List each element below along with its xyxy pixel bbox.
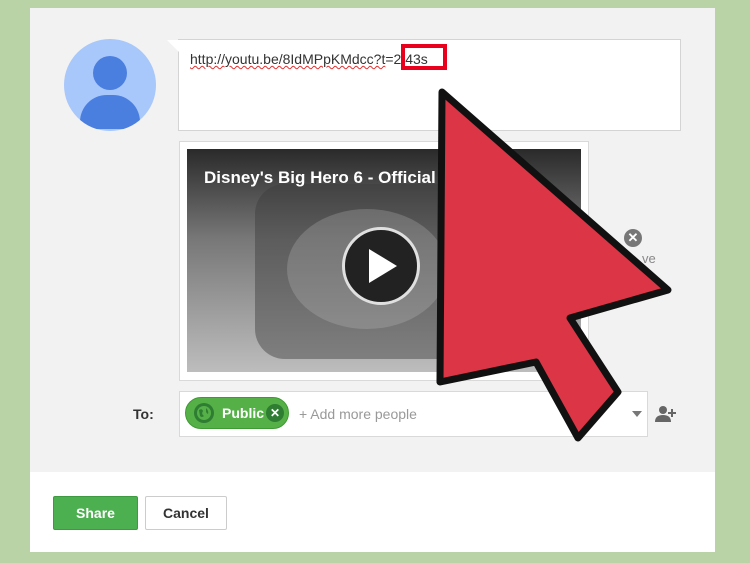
red-arrow-pointer <box>436 88 672 442</box>
